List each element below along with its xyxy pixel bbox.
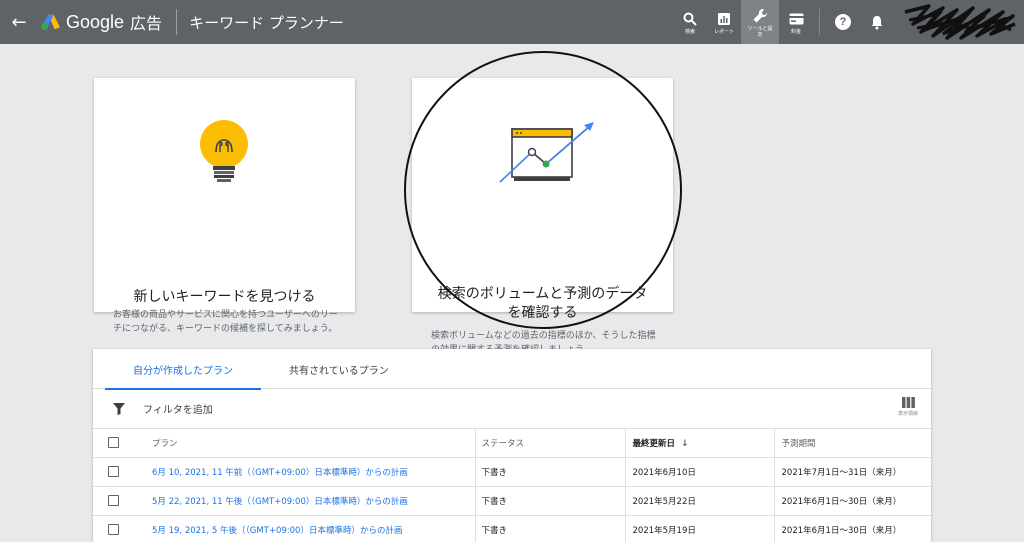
billing-tool-button[interactable]: 料金 (779, 0, 813, 44)
tab-shared-plans[interactable]: 共有されているプラン (261, 349, 417, 389)
billing-tool-label: 料金 (790, 28, 801, 35)
row-checkbox[interactable] (108, 524, 119, 535)
plan-status: 下書き (474, 486, 625, 516)
header-divider (176, 9, 178, 35)
trend-chart-icon (499, 122, 594, 183)
columns-button[interactable]: 表示項目 (893, 397, 923, 417)
notifications-button[interactable] (860, 0, 894, 44)
column-header-updated-label: 最終更新日 (632, 438, 676, 449)
filter-icon[interactable] (113, 402, 125, 415)
row-checkbox-cell (93, 486, 137, 516)
column-header-plan[interactable]: プラン (137, 429, 475, 458)
reports-tool-button[interactable]: レポート (707, 0, 741, 44)
filter-bar: フィルタを追加 表示項目 (93, 389, 931, 429)
row-checkbox-cell (93, 515, 137, 542)
lightbulb-icon (200, 120, 248, 182)
forecast-card[interactable]: 検索のボリュームと予測のデータ を確認する 検索ボリュームなどの過去の指標のほか… (412, 78, 673, 355)
discover-card-title: 新しいキーワードを見つける (133, 289, 316, 305)
plan-name-link[interactable]: 6月 10, 2021, 11 午前（（GMT+09:00）日本標準時）からの計… (137, 457, 475, 487)
search-tool-label: 検索 (684, 28, 695, 35)
discover-keywords-card[interactable]: 新しいキーワードを見つける お客様の商品やサービスに関心を持つユーザーへのリーチ… (94, 78, 355, 334)
row-checkbox[interactable] (108, 495, 119, 506)
plans-panel: 自分が作成したプラン 共有されているプラン フィルタを追加 表示項目 プラン ス… (93, 349, 931, 542)
tools-divider (819, 9, 820, 35)
redaction-scribble-icon (904, 4, 1016, 40)
top-bar: ← Google 広告 キーワード プランナー 検索 レポート ツールと設定 料… (0, 0, 1024, 44)
plans-table: プラン ステータス 最終更新日 ↓ 予測期間 6月 10, 2021, 11 午前… (93, 429, 931, 542)
table-row: 6月 10, 2021, 11 午前（（GMT+09:00）日本標準時）からの計… (93, 457, 931, 487)
billing-icon (789, 10, 804, 28)
wrench-icon (752, 7, 768, 25)
table-header-row: プラン ステータス 最終更新日 ↓ 予測期間 (93, 429, 931, 458)
columns-label: 表示項目 (897, 411, 918, 417)
page-title: キーワード プランナー (189, 13, 344, 32)
row-checkbox-cell (93, 457, 137, 487)
search-icon (683, 10, 697, 28)
back-arrow-icon[interactable]: ← (0, 0, 38, 44)
brand-google: Google (66, 11, 125, 32)
column-header-period[interactable]: 予測期間 (773, 429, 931, 458)
tools-settings-label: ツールと設定 (747, 25, 773, 38)
plan-period: 2021年7月1日～31日（来月） (773, 457, 931, 487)
account-redacted-scribble[interactable] (894, 0, 1024, 44)
plan-updated: 2021年5月22日 (624, 486, 774, 516)
column-header-status[interactable]: ステータス (474, 429, 625, 458)
forecast-card-title-line2: を確認する (507, 305, 578, 321)
reports-tool-label: レポート (713, 28, 734, 35)
discover-card-desc: お客様の商品やサービスに関心を持つユーザーへのリーチにつながる、キーワードの候補… (113, 310, 338, 334)
columns-icon (901, 397, 915, 408)
plan-name-link[interactable]: 5月 22, 2021, 11 午後（（GMT+09:00）日本標準時）からの計… (137, 486, 475, 516)
table-row: 5月 22, 2021, 11 午後（（GMT+09:00）日本標準時）からの計… (93, 486, 931, 516)
header-tools: 検索 レポート ツールと設定 料金 ? (673, 0, 1024, 44)
plan-status: 下書き (474, 457, 625, 487)
bell-icon (871, 15, 883, 29)
plan-period: 2021年6月1日～30日（来月） (773, 515, 931, 542)
help-button[interactable]: ? (826, 0, 860, 44)
brand[interactable]: Google 広告 (66, 10, 162, 34)
add-filter-button[interactable]: フィルタを追加 (143, 401, 213, 416)
tools-settings-button[interactable]: ツールと設定 (741, 0, 779, 44)
sort-down-icon: ↓ (681, 438, 689, 449)
reports-icon (717, 10, 731, 28)
table-row: 5月 19, 2021, 5 午後（（GMT+09:00）日本標準時）からの計画… (93, 515, 931, 542)
google-ads-logo-icon (41, 14, 60, 31)
select-all-cell (93, 429, 137, 458)
forecast-card-title: 検索のボリュームと予測のデータ を確認する (412, 285, 673, 323)
tab-my-plans[interactable]: 自分が作成したプラン (105, 349, 261, 390)
brand-ads: 広告 (130, 14, 163, 33)
search-tool-button[interactable]: 検索 (673, 0, 707, 44)
plan-status: 下書き (474, 515, 625, 542)
plans-tabs: 自分が作成したプラン 共有されているプラン (93, 349, 931, 390)
select-all-checkbox[interactable] (108, 437, 119, 449)
row-checkbox[interactable] (108, 466, 119, 477)
plan-updated: 2021年6月10日 (624, 457, 774, 487)
help-icon: ? (835, 14, 851, 30)
column-header-updated[interactable]: 最終更新日 ↓ (624, 429, 774, 458)
plan-updated: 2021年5月19日 (624, 515, 774, 542)
forecast-card-title-line1: 検索のボリュームと予測のデータ (437, 286, 648, 302)
plan-name-link[interactable]: 5月 19, 2021, 5 午後（（GMT+09:00）日本標準時）からの計画 (137, 515, 475, 542)
plan-period: 2021年6月1日～30日（来月） (773, 486, 931, 516)
